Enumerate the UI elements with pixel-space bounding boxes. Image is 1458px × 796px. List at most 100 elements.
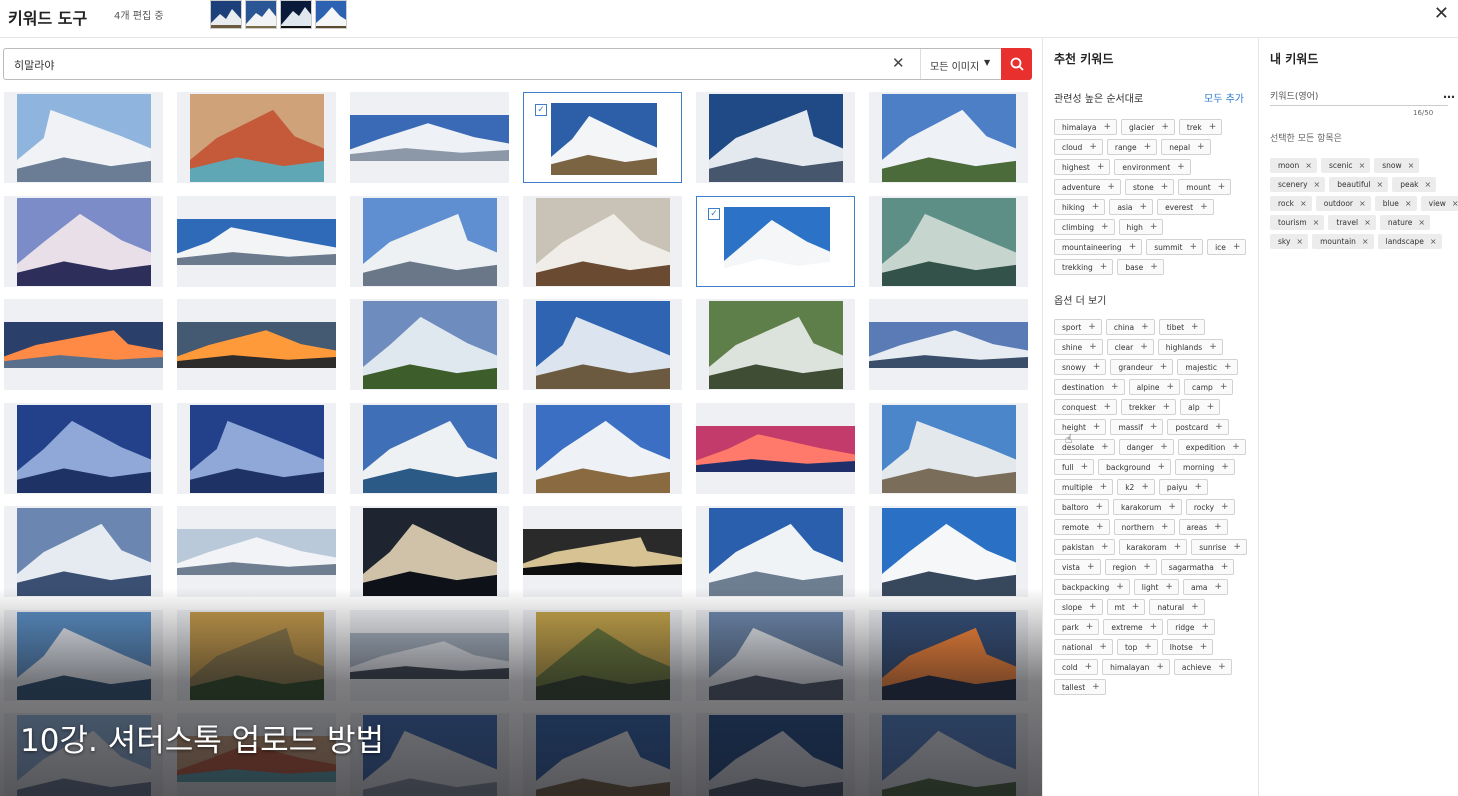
plus-icon[interactable]: + <box>1099 642 1107 652</box>
plus-icon[interactable]: + <box>1195 482 1203 492</box>
plus-icon[interactable]: + <box>1218 182 1226 192</box>
search-button[interactable] <box>1001 48 1032 80</box>
image-thumbnail[interactable] <box>177 506 336 597</box>
keyword-chip[interactable]: light + <box>1133 579 1179 595</box>
keyword-chip[interactable]: highlands + <box>1157 339 1223 355</box>
plus-icon[interactable]: + <box>1207 402 1215 412</box>
keyword-chip[interactable]: pakistan + <box>1054 539 1115 555</box>
image-thumbnail[interactable] <box>350 506 509 597</box>
plus-icon[interactable]: + <box>1209 342 1217 352</box>
keyword-chip[interactable]: alp + <box>1180 399 1221 415</box>
plus-icon[interactable]: + <box>1093 422 1101 432</box>
plus-icon[interactable]: + <box>1191 602 1199 612</box>
image-thumbnail[interactable] <box>523 506 682 597</box>
image-thumbnail[interactable] <box>177 403 336 494</box>
image-thumbnail[interactable] <box>523 610 682 701</box>
more-options-icon[interactable]: ⋯ <box>1443 90 1455 104</box>
image-thumbnail[interactable]: ✓ <box>523 92 682 183</box>
remove-icon[interactable]: × <box>1300 199 1307 208</box>
keyword-chip[interactable]: outdoor × <box>1315 196 1371 211</box>
image-thumbnail[interactable] <box>350 92 509 183</box>
plus-icon[interactable]: + <box>1221 502 1229 512</box>
keyword-chip[interactable]: rocky + <box>1185 499 1235 515</box>
clear-icon[interactable]: ✕ <box>892 54 905 72</box>
plus-icon[interactable]: + <box>1150 422 1158 432</box>
plus-icon[interactable]: + <box>1233 242 1241 252</box>
selected-thumbnail[interactable] <box>210 0 242 29</box>
keyword-chip[interactable]: karakorum + <box>1113 499 1182 515</box>
plus-icon[interactable]: + <box>1089 142 1097 152</box>
keyword-chip[interactable]: remote + <box>1054 519 1110 535</box>
keyword-chip[interactable]: danger + <box>1118 439 1174 455</box>
keyword-chip[interactable]: full + <box>1054 459 1095 475</box>
image-thumbnail[interactable] <box>177 299 336 390</box>
keyword-chip[interactable]: rock × <box>1270 196 1312 211</box>
plus-icon[interactable]: + <box>1174 542 1182 552</box>
image-thumbnail[interactable] <box>4 506 163 597</box>
remove-icon[interactable]: × <box>1376 180 1383 189</box>
plus-icon[interactable]: + <box>1156 662 1164 672</box>
remove-icon[interactable]: × <box>1430 237 1437 246</box>
keyword-chip[interactable]: tibet + <box>1158 319 1205 335</box>
close-icon[interactable]: ✕ <box>1434 3 1449 24</box>
plus-icon[interactable]: + <box>1163 402 1171 412</box>
add-all-link[interactable]: 모두 추가 <box>1204 90 1244 105</box>
remove-icon[interactable]: × <box>1359 161 1366 170</box>
remove-icon[interactable]: × <box>1362 237 1369 246</box>
keyword-chip[interactable]: natural + <box>1149 599 1205 615</box>
keyword-chip[interactable]: extreme + <box>1103 619 1164 635</box>
keyword-chip[interactable]: beautiful × <box>1329 177 1389 192</box>
remove-icon[interactable]: × <box>1425 180 1432 189</box>
keyword-chip[interactable]: top + <box>1116 639 1158 655</box>
keyword-chip[interactable]: cold + <box>1054 659 1099 675</box>
plus-icon[interactable]: + <box>1097 162 1105 172</box>
image-thumbnail[interactable] <box>696 506 855 597</box>
keyword-chip[interactable]: highest + <box>1054 159 1111 175</box>
keyword-chip[interactable]: tallest + <box>1054 679 1106 695</box>
image-thumbnail[interactable] <box>523 196 682 287</box>
image-filter-select[interactable]: 모든 이미지 <box>930 58 979 73</box>
keyword-chip[interactable]: baltoro + <box>1054 499 1110 515</box>
remove-icon[interactable]: × <box>1313 218 1320 227</box>
image-thumbnail[interactable] <box>696 713 855 796</box>
plus-icon[interactable]: + <box>1100 262 1108 272</box>
keyword-chip[interactable]: nepal + <box>1161 139 1211 155</box>
keyword-chip[interactable]: trekking + <box>1054 259 1114 275</box>
image-thumbnail[interactable] <box>696 610 855 701</box>
plus-icon[interactable]: + <box>1214 582 1222 592</box>
image-thumbnail[interactable] <box>869 299 1028 390</box>
plus-icon[interactable]: + <box>1150 222 1158 232</box>
keyword-chip[interactable]: mountaineering + <box>1054 239 1143 255</box>
keyword-chip[interactable]: height + <box>1054 419 1107 435</box>
plus-icon[interactable]: + <box>1160 442 1168 452</box>
keyword-chip[interactable]: moon × <box>1270 158 1317 173</box>
plus-icon[interactable]: + <box>1150 622 1158 632</box>
plus-icon[interactable]: + <box>1088 322 1096 332</box>
keyword-chip[interactable]: massif + <box>1110 419 1164 435</box>
keyword-chip[interactable]: park + <box>1054 619 1100 635</box>
plus-icon[interactable]: + <box>1197 142 1205 152</box>
plus-icon[interactable]: + <box>1215 422 1223 432</box>
keyword-chip[interactable]: background + <box>1098 459 1172 475</box>
image-thumbnail[interactable] <box>869 506 1028 597</box>
selected-thumbnail[interactable] <box>245 0 277 29</box>
image-thumbnail[interactable] <box>869 713 1028 796</box>
search-input[interactable]: 히말라야 <box>14 57 874 73</box>
keyword-chip[interactable]: morning + <box>1175 459 1235 475</box>
plus-icon[interactable]: + <box>1111 382 1119 392</box>
plus-icon[interactable]: + <box>1233 542 1241 552</box>
plus-icon[interactable]: + <box>1101 442 1109 452</box>
keyword-chip[interactable]: base + <box>1117 259 1164 275</box>
keyword-chip[interactable]: landscape × <box>1377 234 1442 249</box>
plus-icon[interactable]: + <box>1190 242 1198 252</box>
plus-icon[interactable]: + <box>1129 242 1137 252</box>
plus-icon[interactable]: + <box>1177 162 1185 172</box>
plus-icon[interactable]: + <box>1092 202 1100 212</box>
plus-icon[interactable]: + <box>1101 542 1109 552</box>
image-thumbnail[interactable] <box>869 610 1028 701</box>
image-thumbnail[interactable] <box>696 403 855 494</box>
keyword-chip[interactable]: nature × <box>1379 215 1431 230</box>
image-thumbnail[interactable] <box>350 299 509 390</box>
keyword-chip[interactable]: hiking + <box>1054 199 1106 215</box>
keyword-chip[interactable]: achieve + <box>1173 659 1232 675</box>
